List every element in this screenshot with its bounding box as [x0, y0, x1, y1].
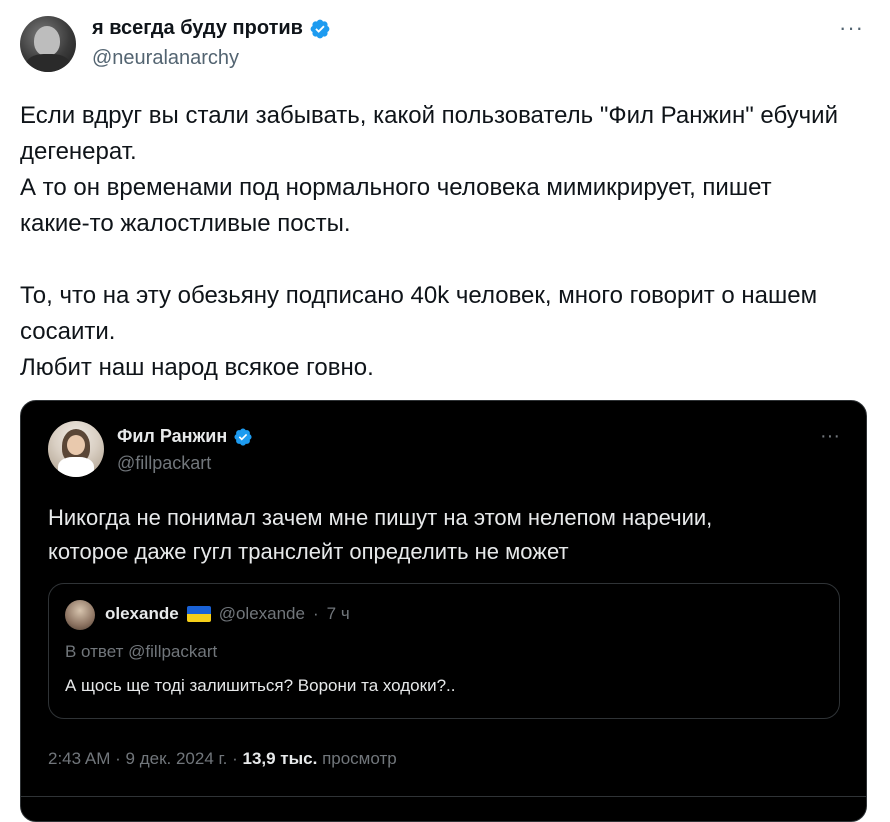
quoted-tweet-time: 7 ч	[326, 604, 350, 623]
tweet-text-line: сосаити.	[20, 318, 116, 345]
verified-badge-icon	[310, 19, 330, 38]
tweet-text-line: А то он временами под нормального челове…	[20, 174, 772, 201]
embedded-author-display-name: Фил Ранжин	[117, 426, 228, 446]
quoted-author-display-name: olexande	[105, 604, 179, 623]
separator-dot: ·	[312, 604, 319, 623]
tweet-time: 2:43 AM	[48, 749, 111, 768]
quoted-author-handle: @olexande	[218, 604, 305, 623]
author-display-name[interactable]: я всегда буду против	[92, 17, 303, 40]
avatar-body	[26, 54, 70, 72]
tweet-meta: 2:43 AM · 9 дек. 2024 г. · 13,9 тыс. про…	[48, 749, 397, 769]
embedded-screenshot[interactable]: Фил Ранжин @fillpackart ··· Никогда не п…	[20, 400, 867, 822]
embedded-author-avatar	[48, 421, 104, 477]
replying-to-label: В ответ @fillpackart	[65, 642, 218, 661]
more-options-icon: ···	[820, 425, 840, 447]
avatar-face	[67, 435, 85, 455]
tweet-date: 9 дек. 2024 г.	[125, 749, 228, 768]
embedded-tweet-text-line: которое даже гугл транслейт определить н…	[48, 539, 569, 564]
embedded-author-name-row: Фил Ранжин	[117, 426, 253, 447]
verified-badge-icon	[234, 427, 252, 446]
avatar-face	[34, 26, 60, 56]
quoted-tweet-header: olexande @olexande · 7 ч	[105, 604, 350, 624]
quoted-tweet: olexande @olexande · 7 ч В ответ @fillpa…	[48, 583, 840, 719]
embedded-tweet-text: Никогда не понимал зачем мне пишут на эт…	[48, 501, 828, 569]
divider	[21, 796, 866, 797]
views-label: просмотр	[322, 749, 397, 768]
quoted-tweet-text: А щось ще тоді залишиться? Ворони та ход…	[65, 676, 456, 695]
tweet-text: Если вдруг вы стали забывать, какой поль…	[20, 98, 870, 386]
separator-dot: ·	[115, 749, 121, 768]
tweet-text-line: какие-то жалостливые посты.	[20, 210, 351, 237]
author-avatar[interactable]	[20, 16, 76, 72]
avatar-body	[58, 457, 94, 477]
tweet-text-line: Если вдруг вы стали забывать, какой поль…	[20, 102, 838, 129]
more-options-icon[interactable]: ···	[839, 17, 864, 39]
views-count: 13,9 тыс.	[242, 749, 318, 768]
embedded-author-handle: @fillpackart	[117, 453, 212, 473]
tweet-text-line: дегенерат.	[20, 138, 137, 165]
author-name-row: я всегда буду против	[92, 17, 331, 40]
author-handle[interactable]: @neuralanarchy	[92, 47, 239, 70]
tweet-text-line: То, что на эту обезьяну подписано 40k че…	[20, 282, 818, 309]
quoted-author-avatar	[65, 600, 95, 630]
separator-dot: ·	[232, 749, 238, 768]
tweet-text-line: Любит наш народ всякое говно.	[20, 354, 374, 381]
embedded-tweet-text-line: Никогда не понимал зачем мне пишут на эт…	[48, 505, 713, 530]
ukraine-flag-icon	[186, 606, 211, 622]
